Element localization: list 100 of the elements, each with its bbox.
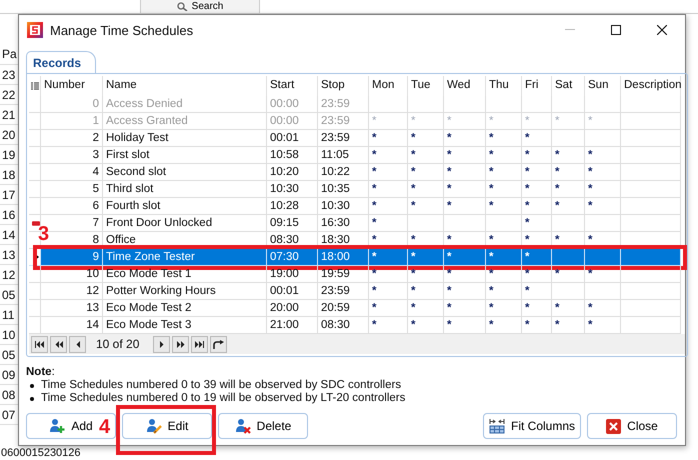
- flag-icon: [32, 220, 40, 226]
- fit-columns-icon: [488, 418, 505, 434]
- table-cell: [621, 249, 681, 266]
- table-cell: [621, 113, 681, 130]
- table-cell: [621, 266, 681, 283]
- table-cell: 23:59: [318, 130, 369, 147]
- table-cell: *: [522, 283, 552, 300]
- table-cell: *: [522, 147, 552, 164]
- table-cell: [585, 283, 621, 300]
- table-cell: Holiday Test: [103, 130, 267, 147]
- table-cell: Access Denied: [103, 96, 267, 113]
- table-cell: *: [444, 164, 486, 181]
- column-header[interactable]: Wed: [444, 76, 486, 96]
- bullet-icon: [30, 384, 34, 388]
- note-heading: Note:: [26, 365, 56, 379]
- column-header[interactable]: Stop: [318, 76, 369, 96]
- edit-button[interactable]: Edit: [122, 413, 212, 439]
- column-header[interactable]: Number: [41, 76, 103, 96]
- table-cell: *: [585, 113, 621, 130]
- table-cell: [552, 215, 585, 232]
- table-cell: 09:15: [267, 215, 318, 232]
- table-cell: 00:01: [267, 283, 318, 300]
- column-header[interactable]: Name: [103, 76, 267, 96]
- table-cell: *: [369, 249, 408, 266]
- column-header[interactable]: Mon: [369, 76, 408, 96]
- column-chooser-button[interactable]: [29, 76, 41, 96]
- table-cell: [444, 215, 486, 232]
- table-row[interactable]: 5 Third slot 10:30 10:35 * * * * * * *: [29, 181, 681, 198]
- table-row[interactable]: 6 Fourth slot 10:28 10:30 * * * * * * *: [29, 198, 681, 215]
- column-header[interactable]: Description: [621, 76, 681, 96]
- list-icon: [30, 82, 38, 90]
- table-cell: Second slot: [103, 164, 267, 181]
- close-dialog-button[interactable]: Close: [587, 413, 677, 439]
- table-row[interactable]: 13 Eco Mode Test 2 20:00 20:59 * * * * * * *: [29, 300, 681, 317]
- table-cell: 10:30: [318, 198, 369, 215]
- table-cell: 1: [41, 113, 103, 130]
- table-cell: *: [369, 147, 408, 164]
- table-cell: 23:59: [318, 113, 369, 130]
- table-cell: *: [444, 181, 486, 198]
- table-cell: 20:59: [318, 300, 369, 317]
- double-left-icon: [54, 340, 62, 348]
- fit-columns-button[interactable]: Fit Columns: [483, 413, 581, 439]
- table-row[interactable]: 4 Second slot 10:20 10:22 * * * * * * *: [29, 164, 681, 181]
- previous-page-button[interactable]: [50, 336, 67, 352]
- table-row[interactable]: 2 Holiday Test 00:01 23:59 * * * * *: [29, 130, 681, 147]
- refresh-button[interactable]: [210, 336, 228, 352]
- table-cell: *: [408, 130, 444, 147]
- column-header[interactable]: Fri: [522, 76, 552, 96]
- tab[interactable]: Records: [26, 51, 96, 73]
- table-cell: Potter Working Hours: [103, 283, 267, 300]
- table-cell: [486, 96, 522, 113]
- bullet-icon: [30, 396, 34, 400]
- table-cell: 5: [41, 181, 103, 198]
- table-cell: 00:00: [267, 113, 318, 130]
- next-page-button[interactable]: [172, 336, 190, 352]
- curved-arrow-icon: [213, 340, 224, 348]
- column-header[interactable]: Tue: [408, 76, 444, 96]
- table-cell: [552, 283, 585, 300]
- table-cell: 11:05: [318, 147, 369, 164]
- column-header[interactable]: Thu: [486, 76, 522, 96]
- previous-button[interactable]: [69, 336, 86, 352]
- table-cell: 00:00: [267, 96, 318, 113]
- first-page-button[interactable]: [31, 336, 48, 352]
- table-cell: [522, 96, 552, 113]
- table-cell: *: [486, 164, 522, 181]
- search-button[interactable]: Search: [140, 0, 260, 13]
- table-cell: *: [522, 198, 552, 215]
- table-cell: *: [552, 113, 585, 130]
- last-page-button[interactable]: [191, 336, 208, 352]
- table-cell: *: [444, 266, 486, 283]
- delete-button[interactable]: Delete: [218, 413, 308, 439]
- table-row[interactable]: 10 Eco Mode Test 1 19:00 19:59 * * * * * * *: [29, 266, 681, 283]
- table-cell: 23:59: [318, 96, 369, 113]
- column-header[interactable]: Sat: [552, 76, 585, 96]
- table-cell: [552, 249, 585, 266]
- table-cell: [621, 96, 681, 113]
- table-cell: *: [444, 283, 486, 300]
- table-cell: *: [585, 147, 621, 164]
- table-cell: *: [486, 113, 522, 130]
- table-row[interactable]: 3 First slot 10:58 11:05 * * * * * * *: [29, 147, 681, 164]
- table-cell: 07:30: [267, 249, 318, 266]
- double-right-icon: [176, 340, 185, 348]
- column-header[interactable]: Sun: [585, 76, 621, 96]
- last-icon: [195, 340, 204, 348]
- table-cell: *: [444, 130, 486, 147]
- table-cell: *: [369, 215, 408, 232]
- table-cell: 18:00: [318, 249, 369, 266]
- table-cell: *: [444, 147, 486, 164]
- next-button[interactable]: [153, 336, 170, 352]
- column-header[interactable]: Start: [267, 76, 318, 96]
- table-cell: [552, 96, 585, 113]
- table-cell: *: [408, 198, 444, 215]
- table-row[interactable]: 12 Potter Working Hours 00:01 23:59 * * * * *: [29, 283, 681, 300]
- table-cell: *: [552, 147, 585, 164]
- table-cell: *: [369, 181, 408, 198]
- table-cell: 20:00: [267, 300, 318, 317]
- table-cell: [621, 283, 681, 300]
- table-cell: 9: [41, 249, 103, 266]
- table-cell: 19:59: [318, 266, 369, 283]
- table-cell: *: [444, 198, 486, 215]
